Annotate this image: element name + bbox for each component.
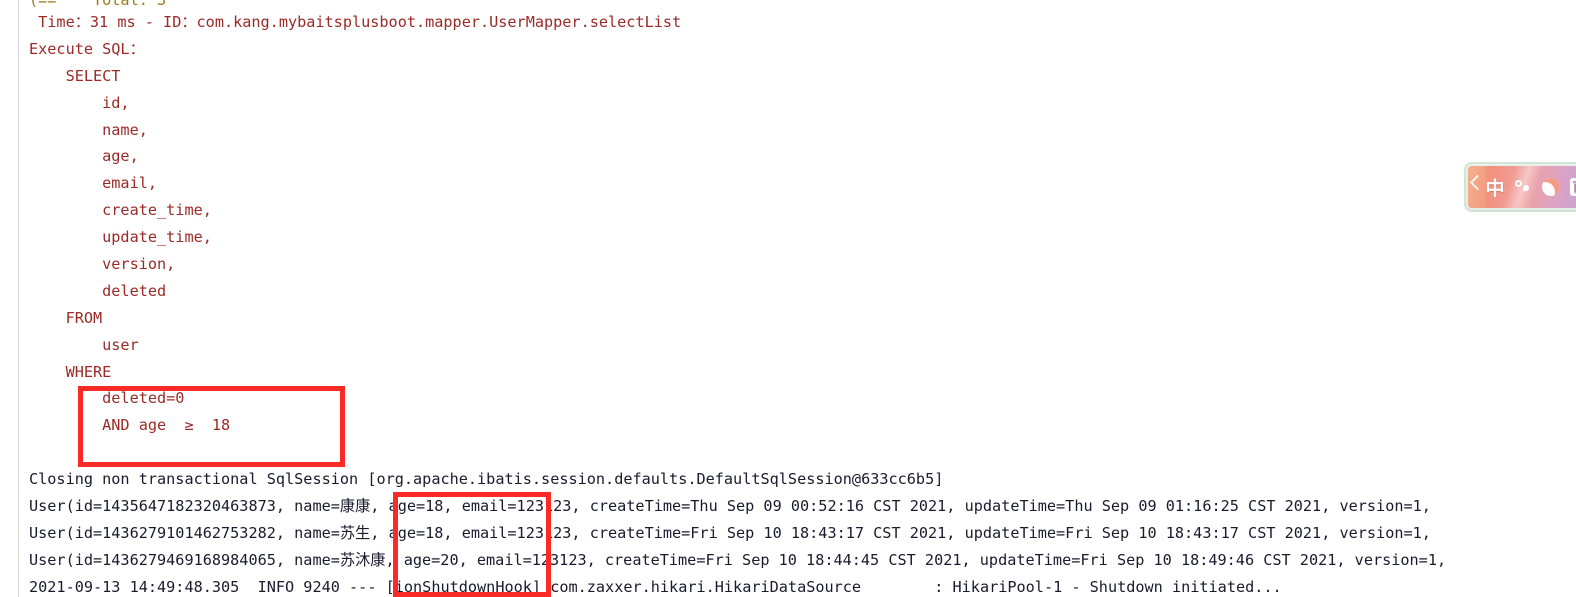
- console-line-hikari-shutdown: 2021-09-13 14:49:48.305 INFO 9240 --- [i…: [29, 577, 1282, 596]
- console-line-cond-deleted: deleted=0: [29, 389, 185, 408]
- console-line-col-update-time: update_time,: [29, 228, 212, 247]
- console-line-col-name: name,: [29, 120, 148, 139]
- run-console-panel[interactable]: (== Total: 3 Time：31 ms - ID：com.kang.my…: [0, 0, 1576, 597]
- ime-language-mode-button[interactable]: 中: [1485, 176, 1505, 200]
- console-line-col-email: email,: [29, 174, 158, 193]
- console-line-from: FROM: [29, 308, 103, 327]
- console-line-col-create-time: create_time,: [29, 201, 212, 220]
- console-log-lines: (== Total: 3 Time：31 ms - ID：com.kang.my…: [0, 0, 1576, 596]
- console-line-closing-session: Closing non transactional SqlSession [or…: [29, 470, 944, 489]
- ime-collapse-chevron-icon[interactable]: [1468, 166, 1486, 208]
- console-line-where: WHERE: [29, 362, 112, 381]
- console-line-col-version: version,: [29, 255, 176, 274]
- ime-moon-glyph: [1541, 178, 1560, 196]
- console-line-clipped-top: (== Total: 3: [29, 0, 167, 9]
- console-line-execute-sql: Execute SQL：: [29, 39, 145, 58]
- ime-moon-icon[interactable]: [1541, 178, 1560, 197]
- ime-toolbox-icon[interactable]: 百: [1569, 178, 1576, 197]
- console-line-user-row-1: User(id=1435647182320463873, name=康康, ag…: [29, 497, 1431, 516]
- ime-floating-toolbar[interactable]: 中 百: [1468, 166, 1576, 208]
- ime-punct-circle-icon: [1515, 180, 1522, 187]
- ime-punct-comma-icon: [1522, 184, 1530, 192]
- ime-punctuation-icon[interactable]: [1514, 177, 1532, 197]
- console-line-col-id: id,: [29, 93, 130, 112]
- console-line-user-row-3: User(id=1436279469168984065, name=苏沐康, a…: [29, 550, 1447, 569]
- console-line-table-user: user: [29, 335, 139, 354]
- console-line-select: SELECT: [29, 66, 121, 85]
- ime-toolbox-glyph: 百: [1569, 178, 1576, 196]
- console-line-user-row-2: User(id=1436279101462753282, name=苏生, ag…: [29, 523, 1431, 542]
- console-line-cond-age: AND age ≥ 18: [29, 416, 231, 435]
- console-line-time-id: Time：31 ms - ID：com.kang.mybaitsplusboot…: [29, 13, 682, 31]
- console-line-col-age: age,: [29, 147, 139, 166]
- console-line-col-deleted: deleted: [29, 281, 167, 300]
